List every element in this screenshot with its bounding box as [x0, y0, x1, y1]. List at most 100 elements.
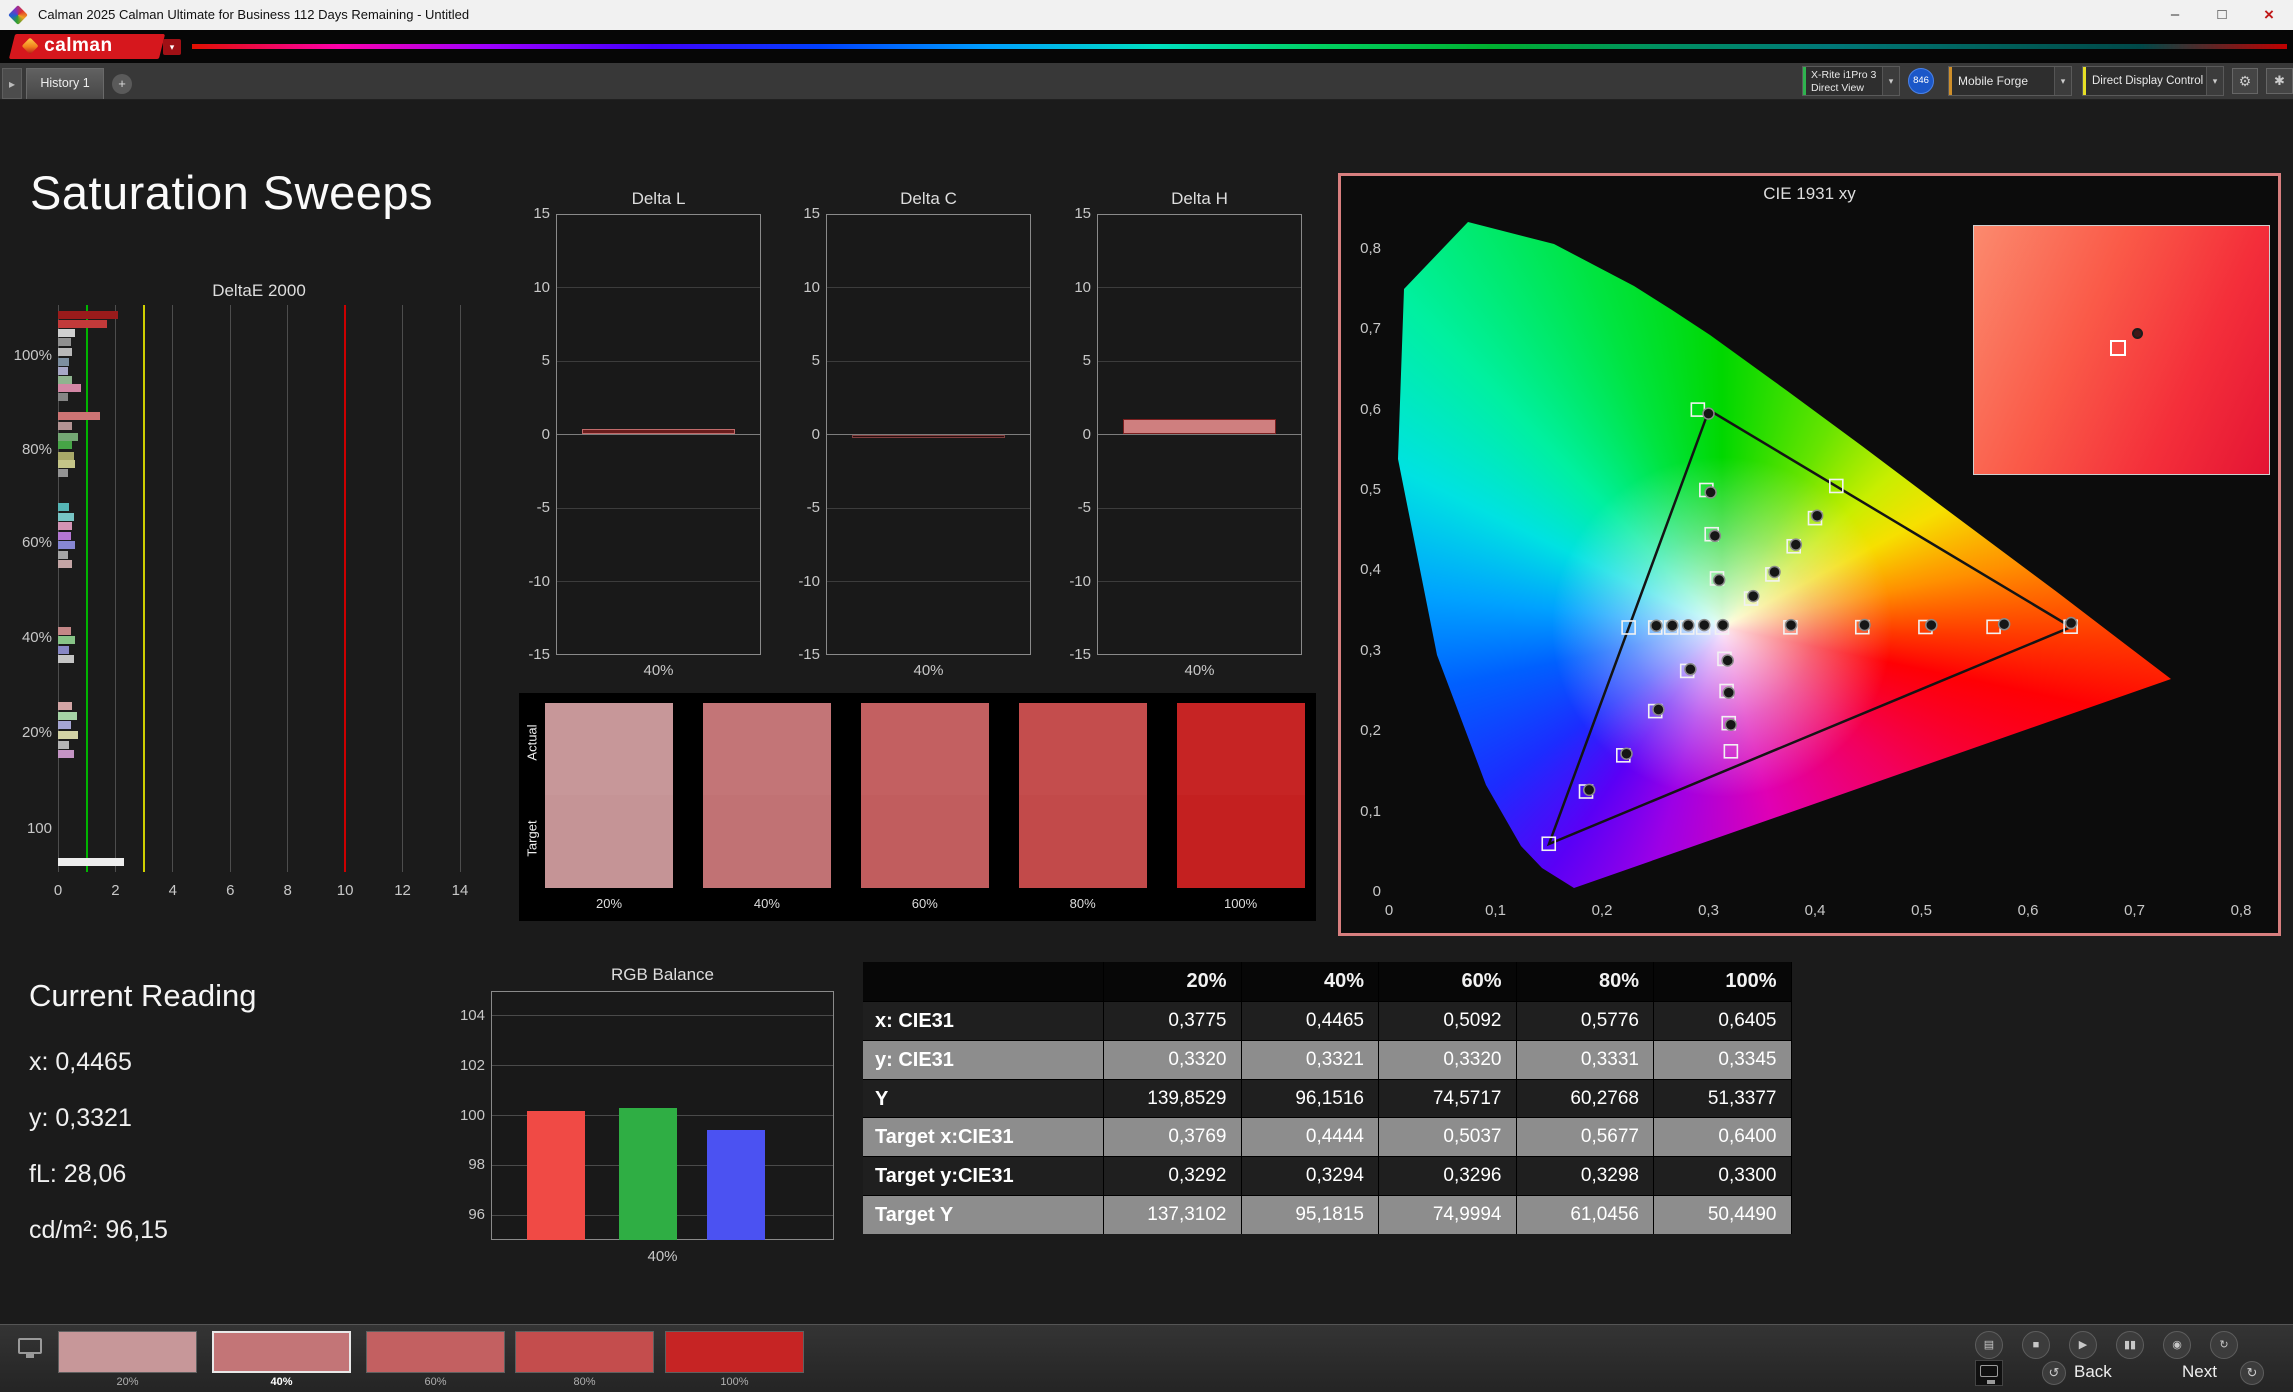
- delta-y-tick-label: -15: [510, 646, 550, 663]
- source-dropdown-arrow[interactable]: ▾: [2054, 67, 2071, 95]
- delta-y-tick-label: 5: [1051, 352, 1091, 369]
- delta-gridline: [557, 581, 760, 582]
- cie-measured-marker: [1748, 591, 1759, 602]
- table-cell: 0,5092: [1379, 1001, 1517, 1040]
- meter-badge: 846: [1908, 68, 1934, 94]
- delta-gridline: [1098, 361, 1301, 362]
- cie-x-tick-label: 0,5: [1902, 902, 1942, 919]
- swatch-target-40%: [703, 795, 831, 888]
- meter-selector[interactable]: X-Rite i1Pro 3 Direct View ▾: [1802, 66, 1900, 96]
- play-button[interactable]: ▶: [2069, 1331, 2097, 1359]
- table-cell: 0,3345: [1654, 1040, 1792, 1079]
- deltae-bar: [58, 412, 100, 420]
- table-cell: 0,3300: [1654, 1156, 1792, 1195]
- logo-menu-arrow[interactable]: ▾: [163, 39, 181, 55]
- meter-level-button[interactable]: ▤: [1975, 1331, 2003, 1359]
- maximize-button[interactable]: □: [2199, 0, 2245, 30]
- bottom-swatch-20%[interactable]: [58, 1331, 197, 1373]
- tab-history-1[interactable]: History 1: [26, 68, 104, 99]
- deltae-bar: [58, 702, 72, 710]
- table-row-label: Y: [863, 1079, 1104, 1118]
- display-dropdown-arrow[interactable]: ▾: [2206, 67, 2223, 95]
- table-cell: 0,3320: [1104, 1040, 1242, 1079]
- cie-x-tick-label: 0,3: [1689, 902, 1729, 919]
- display-icon[interactable]: [18, 1338, 42, 1354]
- cie-target-marker: [1987, 620, 2000, 633]
- display-control-name: Direct Display Control: [2092, 75, 2203, 87]
- delta-y-tick-label: -10: [1051, 573, 1091, 590]
- deltae-bar: [58, 636, 75, 644]
- bottom-swatch-label: 80%: [515, 1376, 654, 1388]
- add-tab-button[interactable]: +: [112, 74, 132, 94]
- pause-button[interactable]: ▮▮: [2116, 1331, 2144, 1359]
- meter-dropdown-arrow[interactable]: ▾: [1882, 67, 1899, 95]
- delta-h-bar: [1123, 419, 1276, 434]
- window-title: Calman 2025 Calman Ultimate for Business…: [38, 0, 469, 30]
- swatch-target-60%: [861, 795, 989, 888]
- deltae-x-tick-label: 14: [440, 882, 480, 899]
- deltae-y-tick-label: 60%: [4, 534, 52, 551]
- rgb-balance-x-label: 40%: [491, 1248, 834, 1265]
- refresh-button[interactable]: ↻: [2210, 1331, 2238, 1359]
- bottom-swatch-60%[interactable]: [366, 1331, 505, 1373]
- source-selector[interactable]: Mobile Forge ▾: [1948, 66, 2072, 96]
- cie-y-tick-label: 0,8: [1343, 240, 1381, 257]
- delta-gridline: [827, 287, 1030, 288]
- rgb-y-tick-label: 98: [443, 1156, 485, 1173]
- deltae-bar: [58, 393, 68, 401]
- cie-y-tick-label: 0,5: [1343, 481, 1381, 498]
- cie-measured-marker: [1859, 619, 1870, 630]
- current-reading-cdm2: cd/m²: 96,15: [29, 1216, 168, 1245]
- cie-measured-marker: [1685, 664, 1696, 675]
- next-button[interactable]: Next: [2182, 1362, 2217, 1382]
- spectrum-bar: [192, 44, 2287, 49]
- bottom-swatch-label: 60%: [366, 1376, 505, 1388]
- deltae-bar: [58, 320, 107, 328]
- cie-measured-marker: [1705, 487, 1716, 498]
- table-cell: 0,3775: [1104, 1001, 1242, 1040]
- panel-expander-button[interactable]: ▸: [2, 68, 22, 99]
- record-button[interactable]: ◉: [2163, 1331, 2191, 1359]
- calman-app-window: Calman 2025 Calman Ultimate for Business…: [0, 0, 2293, 1392]
- display-control-selector[interactable]: Direct Display Control ▾: [2082, 66, 2224, 96]
- settings-gear-button[interactable]: ⚙: [2232, 68, 2258, 94]
- bottom-swatch-label: 100%: [665, 1376, 804, 1388]
- back-button[interactable]: Back: [2074, 1362, 2112, 1382]
- back-icon[interactable]: ↺: [2042, 1361, 2066, 1385]
- delta-y-tick-label: 5: [510, 352, 550, 369]
- stop-button[interactable]: ■: [2022, 1331, 2050, 1359]
- cie-y-tick-label: 0,4: [1343, 561, 1381, 578]
- table-cell: 0,4444: [1242, 1117, 1380, 1156]
- deltae-bar: [58, 741, 69, 749]
- close-button[interactable]: ×: [2246, 0, 2292, 30]
- bottom-swatch-100%[interactable]: [665, 1331, 804, 1373]
- minimize-button[interactable]: –: [2152, 0, 2198, 30]
- table-cell: 0,5037: [1379, 1117, 1517, 1156]
- table-column-header: 80%: [1517, 962, 1655, 1001]
- deltae-reference-line: [344, 305, 346, 872]
- cie-x-tick-label: 0,1: [1476, 902, 1516, 919]
- delta-y-tick-label: -5: [510, 499, 550, 516]
- bottom-swatch-40%[interactable]: [212, 1331, 351, 1373]
- delta-l-title: Delta L: [556, 189, 761, 209]
- current-reading-x: x: 0,4465: [29, 1048, 132, 1077]
- deltae-x-tick-label: 12: [383, 882, 423, 899]
- calman-flame-icon: [22, 38, 39, 55]
- table-column-header: 40%: [1242, 962, 1380, 1001]
- calman-logo[interactable]: calman: [9, 34, 165, 59]
- cie-measured-marker: [1790, 539, 1801, 550]
- display-pattern-button[interactable]: [1975, 1360, 2003, 1386]
- deltae-x-tick-label: 2: [95, 882, 135, 899]
- auxiliary-button[interactable]: ✱: [2266, 68, 2293, 94]
- current-reading-y: y: 0,3321: [29, 1104, 132, 1133]
- next-icon[interactable]: ↻: [2240, 1361, 2264, 1385]
- deltae-bar: [58, 348, 72, 356]
- deltae-y-tick-label: 40%: [4, 629, 52, 646]
- table-cell: 0,3296: [1379, 1156, 1517, 1195]
- rgb-bar-red: [527, 1111, 585, 1240]
- table-cell: 51,3377: [1654, 1079, 1792, 1118]
- deltae-bar: [58, 384, 81, 392]
- bottom-swatch-80%[interactable]: [515, 1331, 654, 1373]
- delta-y-tick-label: 15: [780, 205, 820, 222]
- table-cell: 0,3769: [1104, 1117, 1242, 1156]
